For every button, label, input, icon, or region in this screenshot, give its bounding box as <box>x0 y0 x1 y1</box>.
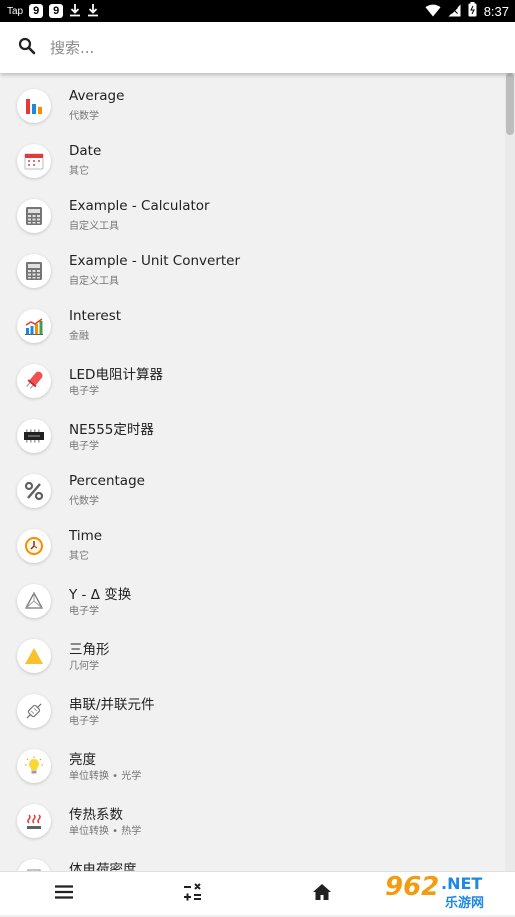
download-icon <box>69 2 81 21</box>
signal-icon <box>448 2 461 21</box>
list-item-subtitle: 自定义工具 <box>69 276 119 287</box>
triangle-network-icon <box>17 584 51 618</box>
list-item-title: Time <box>69 528 103 544</box>
calculator-list: Average 代数学 Date 其它 Example - Calculator… <box>0 73 515 871</box>
watermark-suffix-text: .NET <box>441 874 482 893</box>
list-item-title: Interest <box>69 308 122 324</box>
calculator-icon <box>17 199 51 233</box>
list-item[interactable]: Y - Δ 变换 电子学 <box>0 574 505 629</box>
list-item-subtitle: 金融 <box>69 331 89 342</box>
notification-badge-2: 9 <box>49 4 64 18</box>
list-item-title: NE555定时器 <box>69 422 154 438</box>
menu-icon <box>55 884 73 903</box>
calendar-icon <box>17 144 51 178</box>
list-item-title: LED电阻计算器 <box>69 367 163 383</box>
calculator-icon <box>17 254 51 288</box>
wifi-icon <box>425 2 441 21</box>
list-item[interactable]: Average 代数学 <box>0 79 505 134</box>
list-item[interactable]: 三角形 几何学 <box>0 629 505 684</box>
clock-icon <box>17 529 51 563</box>
list-item[interactable]: Time 其它 <box>0 519 505 574</box>
charge-icon <box>17 859 51 871</box>
list-item[interactable]: 串联/并联元件 电子学 <box>0 684 505 739</box>
list-item-subtitle: 代数学 <box>69 111 99 122</box>
status-bar: Tap 9 9 8:37 <box>0 0 515 22</box>
triangle-icon <box>17 639 51 673</box>
watermark-brand-text: 962 <box>385 872 439 902</box>
watermark-chinese-text: 乐游网 <box>445 895 484 911</box>
growth-chart-icon <box>17 309 51 343</box>
list-item-subtitle: 单位转换 • 热学 <box>69 826 142 837</box>
list-item-title: Y - Δ 变换 <box>69 587 132 603</box>
list-item[interactable]: NE555定时器 电子学 <box>0 409 505 464</box>
list-item[interactable]: Example - Unit Converter 自定义工具 <box>0 244 505 299</box>
bar-chart-icon <box>17 89 51 123</box>
calculators-button[interactable] <box>163 872 223 915</box>
search-icon[interactable] <box>18 37 36 59</box>
list-item[interactable]: 体电荷密度 <box>0 849 505 871</box>
list-item-subtitle: 单位转换 • 光学 <box>69 771 142 782</box>
list-item-subtitle: 电子学 <box>69 441 99 452</box>
watermark-logo: 962 .NET 乐游网 <box>375 869 511 913</box>
notification-badge-1: 9 <box>29 4 44 18</box>
home-button[interactable] <box>292 872 352 915</box>
list-item-title: Date <box>69 143 102 159</box>
menu-button[interactable] <box>34 872 94 915</box>
list-item-title: 串联/并联元件 <box>69 697 155 713</box>
list-item[interactable]: Percentage 代数学 <box>0 464 505 519</box>
list-item[interactable]: Interest 金融 <box>0 299 505 354</box>
clock-time: 8:37 <box>483 3 509 19</box>
list-item[interactable]: LED电阻计算器 电子学 <box>0 354 505 409</box>
list-item-title: 亮度 <box>69 752 96 768</box>
list-item[interactable]: 传热系数 单位转换 • 热学 <box>0 794 505 849</box>
list-item-subtitle: 电子学 <box>69 386 99 397</box>
list-item-subtitle: 电子学 <box>69 606 99 617</box>
list-item-title: 体电荷密度 <box>69 862 137 871</box>
component-icon <box>17 694 51 728</box>
search-input[interactable] <box>48 37 432 58</box>
list-item[interactable]: 亮度 单位转换 • 光学 <box>0 739 505 794</box>
list-item-title: 三角形 <box>69 642 110 658</box>
list-item[interactable]: Date 其它 <box>0 134 505 189</box>
led-icon <box>17 364 51 398</box>
list-item-subtitle: 几何学 <box>69 661 99 672</box>
list-item-title: Average <box>69 88 125 104</box>
list-item[interactable]: Example - Calculator 自定义工具 <box>0 189 505 244</box>
search-bar <box>0 22 515 73</box>
carrier-label: Tap <box>7 5 24 17</box>
calculator-ops-icon <box>183 882 203 906</box>
home-icon <box>313 883 331 904</box>
scrollbar-thumb[interactable] <box>506 73 514 135</box>
chip-icon <box>17 419 51 453</box>
list-item-title: Example - Unit Converter <box>69 253 241 269</box>
scrollbar-track[interactable] <box>505 73 515 871</box>
list-item-title: Example - Calculator <box>69 198 210 214</box>
download-icon <box>87 2 99 21</box>
status-right: 8:37 <box>425 1 509 21</box>
list-item-subtitle: 其它 <box>69 551 89 562</box>
list-item-subtitle: 自定义工具 <box>69 221 119 232</box>
lightbulb-icon <box>17 749 51 783</box>
status-left: Tap 9 9 <box>7 2 99 21</box>
battery-icon <box>468 1 477 21</box>
percent-icon <box>17 474 51 508</box>
list-item-subtitle: 电子学 <box>69 716 99 727</box>
list-item-title: Percentage <box>69 473 145 489</box>
list-item-subtitle: 其它 <box>69 166 89 177</box>
list-item-title: 传热系数 <box>69 807 123 823</box>
heat-icon <box>17 804 51 838</box>
list-item-subtitle: 代数学 <box>69 496 99 507</box>
